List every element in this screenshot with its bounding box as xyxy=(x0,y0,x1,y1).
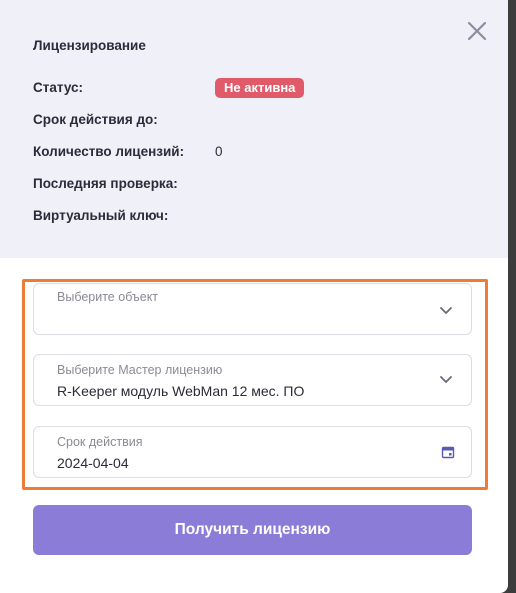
object-select-label: Выберите объект xyxy=(57,290,159,304)
master-license-select[interactable]: Выберите Мастер лицензию R-Keeper модуль… xyxy=(33,354,472,406)
duration-label: Срок действия xyxy=(57,435,143,449)
get-license-button[interactable]: Получить лицензию xyxy=(33,505,472,555)
last-check-label: Последняя проверка: xyxy=(33,176,178,191)
chevron-down-icon xyxy=(440,307,452,314)
virtual-key-label: Виртуальный ключ: xyxy=(33,208,169,223)
chevron-down-icon xyxy=(440,376,452,383)
master-license-value: R-Keeper модуль WebMan 12 мес. ПО xyxy=(57,383,305,399)
calendar-icon[interactable] xyxy=(441,445,455,459)
license-modal: Лицензирование Статус: Не активна Срок д… xyxy=(0,0,508,593)
license-count-label: Количество лицензий: xyxy=(33,144,185,159)
duration-value: 2024-04-04 xyxy=(57,455,129,471)
object-select[interactable]: Выберите объект xyxy=(33,283,472,335)
close-button[interactable] xyxy=(464,18,490,44)
license-count-value: 0 xyxy=(215,144,223,159)
status-badge: Не активна xyxy=(215,78,305,98)
master-license-label: Выберите Мастер лицензию xyxy=(57,363,223,377)
page-title: Лицензирование xyxy=(33,38,146,53)
duration-field[interactable]: Срок действия 2024-04-04 xyxy=(33,426,472,478)
close-icon xyxy=(467,21,487,41)
license-info-panel: Лицензирование Статус: Не активна Срок д… xyxy=(0,0,508,258)
status-label: Статус: xyxy=(33,80,83,95)
valid-until-label: Срок действия до: xyxy=(33,112,158,127)
